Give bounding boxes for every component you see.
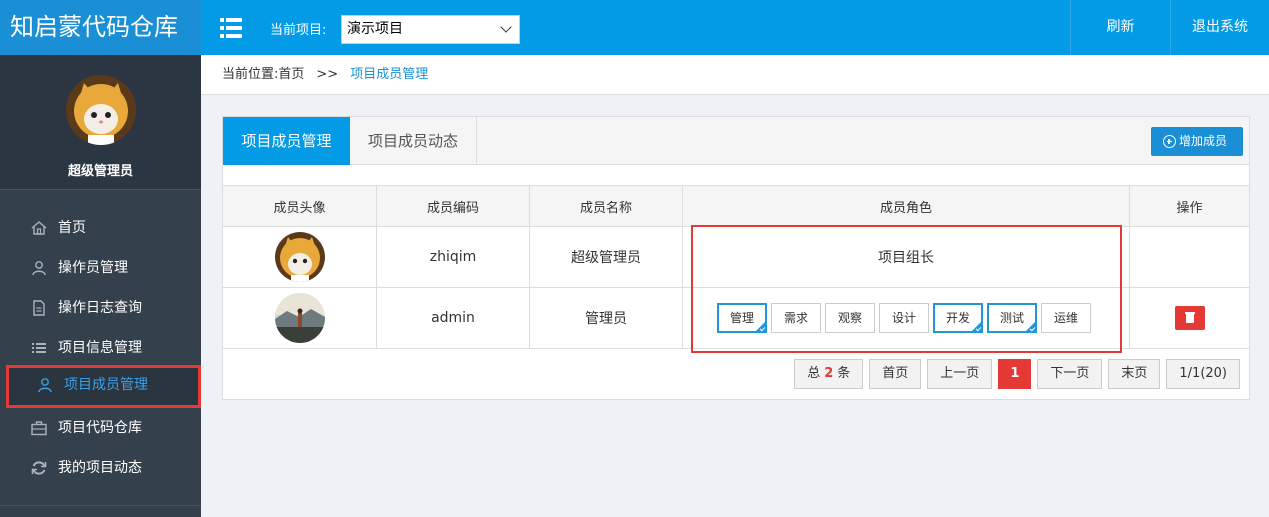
breadcrumb-prefix: 当前位置: xyxy=(222,67,279,82)
add-member-button[interactable]: 增加成员 xyxy=(1151,127,1243,156)
sidebar-item-operators[interactable]: 操作员管理 xyxy=(0,248,201,288)
avatar xyxy=(66,75,136,145)
role-test-toggle[interactable]: 测试 xyxy=(987,303,1037,333)
home-icon xyxy=(31,221,47,235)
role-develop-toggle[interactable]: 开发 xyxy=(933,303,983,333)
role-label: 管理 xyxy=(729,311,754,325)
user-panel: 超级管理员 xyxy=(0,55,201,190)
breadcrumb-home[interactable]: 首页 xyxy=(278,67,304,82)
sidebar: 超级管理员 首页 操作员管理 操作日志查询 项目信息管理 项目成员管理 项目代码… xyxy=(0,55,201,517)
user-name: 超级管理员 xyxy=(67,164,133,179)
sidebar-item-label: 操作日志查询 xyxy=(58,300,142,316)
role-label: 运维 xyxy=(1053,311,1078,325)
breadcrumb: 当前位置:首页 >> 项目成员管理 xyxy=(201,55,1269,95)
sidebar-item-label: 首页 xyxy=(58,220,86,236)
refresh-button[interactable]: 刷新 xyxy=(1070,0,1170,55)
app-title: 知启蒙代码仓库 xyxy=(0,0,201,55)
sidebar-item-logs[interactable]: 操作日志查询 xyxy=(0,288,201,328)
avatar xyxy=(274,232,325,282)
column-header-code: 成员编码 xyxy=(377,186,530,226)
briefcase-icon xyxy=(31,421,47,436)
member-name: 超级管理员 xyxy=(530,227,683,287)
delete-member-button[interactable] xyxy=(1174,306,1205,330)
role-selector: 管理 需求 观察 设计 开发 测试 运维 xyxy=(683,288,1130,348)
member-code: admin xyxy=(377,288,530,348)
plus-circle-icon xyxy=(1163,135,1176,148)
user-icon xyxy=(38,378,52,393)
pagination-total: 总2条 xyxy=(794,359,864,389)
role-ops-toggle[interactable]: 运维 xyxy=(1041,303,1091,333)
table-row: admin 管理员 管理 需求 观察 设计 开发 测试 运维 xyxy=(223,288,1249,349)
member-code: zhiqim xyxy=(377,227,530,287)
page-summary: 1/1(20) xyxy=(1166,359,1240,389)
column-header-name: 成员名称 xyxy=(530,186,683,226)
role-label: 设计 xyxy=(891,311,916,325)
logout-button[interactable]: 退出系统 xyxy=(1170,0,1269,55)
column-header-actions: 操作 xyxy=(1176,200,1203,216)
last-page-button[interactable]: 末页 xyxy=(1108,359,1161,389)
top-bar: 知启蒙代码仓库 当前项目: 演示项目 刷新 退出系统 xyxy=(0,0,1269,55)
user-icon xyxy=(32,261,46,276)
role-label: 需求 xyxy=(783,311,808,325)
sidebar-item-project-info[interactable]: 项目信息管理 xyxy=(0,328,201,368)
total-suffix: 条 xyxy=(837,366,851,381)
project-select[interactable]: 演示项目 xyxy=(341,15,520,44)
list-icon xyxy=(32,343,46,353)
role-design-toggle[interactable]: 设计 xyxy=(879,303,929,333)
tab-member-activity[interactable]: 项目成员动态 xyxy=(350,117,477,165)
sidebar-item-label: 项目代码仓库 xyxy=(58,420,142,436)
total-prefix: 总 xyxy=(807,366,821,381)
members-panel: 项目成员管理 项目成员动态 增加成员 成员头像 成员编码 成员名称 成员角色 操… xyxy=(222,116,1250,400)
prev-page-button[interactable]: 上一页 xyxy=(927,359,993,389)
tab-project-members[interactable]: 项目成员管理 xyxy=(223,117,350,165)
current-page-button[interactable]: 1 xyxy=(998,359,1032,389)
sidebar-item-code-repo[interactable]: 项目代码仓库 xyxy=(0,408,201,448)
role-manage-toggle[interactable]: 管理 xyxy=(717,303,767,333)
avatar-cell xyxy=(223,227,377,287)
sidebar-item-label: 操作员管理 xyxy=(58,260,128,276)
table-header: 成员头像 成员编码 成员名称 成员角色 操作 xyxy=(223,185,1249,227)
refresh-icon xyxy=(31,461,47,475)
pagination: 总2条 首页 上一页 1 下一页 末页 1/1(20) xyxy=(788,359,1240,389)
role-label: 观察 xyxy=(837,311,862,325)
member-name: 管理员 xyxy=(530,288,683,348)
total-count: 2 xyxy=(824,366,834,381)
first-page-button[interactable]: 首页 xyxy=(869,359,922,389)
chevron-down-icon xyxy=(500,21,512,33)
project-label: 当前项目: xyxy=(270,23,327,38)
role-list: 管理 需求 观察 设计 开发 测试 运维 xyxy=(717,303,1095,333)
avatar-cell xyxy=(223,288,377,348)
menu-toggle-icon[interactable] xyxy=(220,18,242,38)
role-requirement-toggle[interactable]: 需求 xyxy=(771,303,821,333)
actions-cell xyxy=(1130,227,1249,287)
breadcrumb-current: 项目成员管理 xyxy=(350,67,429,82)
role-label: 开发 xyxy=(945,311,970,325)
actions-cell xyxy=(1130,288,1249,348)
sidebar-item-home[interactable]: 首页 xyxy=(0,208,201,248)
project-select-value: 演示项目 xyxy=(347,21,403,37)
sidebar-item-label: 我的项目动态 xyxy=(58,460,142,476)
sidebar-item-project-members[interactable]: 项目成员管理 xyxy=(6,365,201,408)
trash-icon-body xyxy=(1185,314,1194,323)
sidebar-divider xyxy=(0,505,201,506)
table-row: zhiqim 超级管理员 项目组长 xyxy=(223,227,1249,288)
add-member-label: 增加成员 xyxy=(1179,134,1228,148)
role-observer-toggle[interactable]: 观察 xyxy=(825,303,875,333)
column-header-avatar: 成员头像 xyxy=(223,186,377,226)
role-label: 测试 xyxy=(999,311,1024,325)
document-icon xyxy=(33,300,45,316)
sidebar-item-my-activity[interactable]: 我的项目动态 xyxy=(0,448,201,488)
sidebar-item-label: 项目成员管理 xyxy=(64,377,148,393)
column-header-role: 成员角色 xyxy=(683,186,1130,226)
sidebar-item-label: 项目信息管理 xyxy=(58,340,142,356)
member-role-text: 项目组长 xyxy=(683,227,1130,287)
tab-bar: 项目成员管理 项目成员动态 增加成员 xyxy=(223,117,1249,165)
breadcrumb-separator: >> xyxy=(316,67,339,82)
avatar xyxy=(274,293,325,343)
next-page-button[interactable]: 下一页 xyxy=(1037,359,1103,389)
